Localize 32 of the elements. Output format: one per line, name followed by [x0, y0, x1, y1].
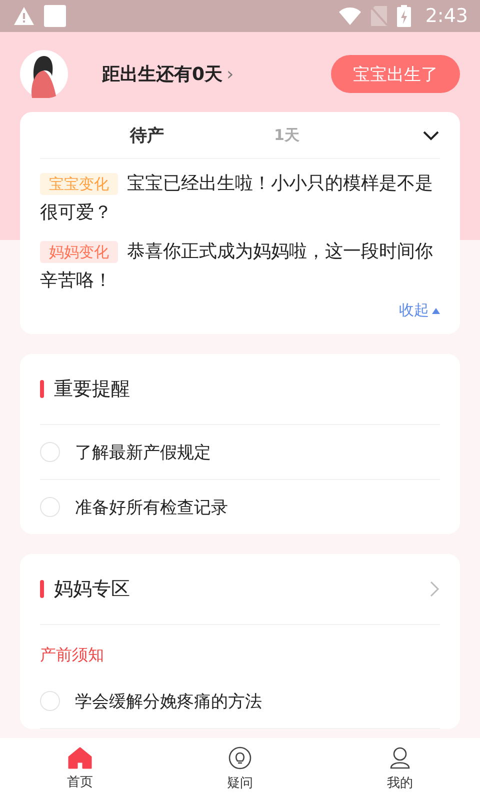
caret-up-icon — [432, 308, 440, 314]
section-title: 重要提醒 — [54, 377, 130, 402]
status-time: 2:43 — [425, 5, 468, 27]
wifi-icon — [339, 7, 362, 25]
change-text: 妈妈变化 恭喜你正式成为妈妈啦，这一段时间你辛苦咯！ — [40, 240, 434, 293]
battery-icon — [397, 5, 412, 27]
change-tag: 宝宝变化 — [40, 173, 118, 195]
lightbulb-icon — [228, 746, 252, 770]
stage-tab[interactable]: 待产 — [130, 124, 164, 146]
chevron-right-icon[interactable] — [430, 581, 440, 597]
warning-icon — [14, 7, 34, 25]
accent-bar — [40, 380, 44, 398]
user-icon — [389, 746, 411, 770]
accent-bar — [40, 580, 44, 598]
checkbox[interactable] — [40, 497, 60, 517]
checkbox[interactable] — [40, 691, 60, 711]
home-icon — [68, 747, 92, 769]
chevron-right: › — [226, 64, 234, 84]
reminder-text: 准备好所有检查记录 — [75, 496, 228, 518]
change-text: 宝宝变化 宝宝已经出生啦！小小只的模样是不是很可爱？ — [40, 172, 434, 225]
change-tag: 妈妈变化 — [40, 241, 118, 263]
no-sim-icon — [371, 6, 388, 26]
notification-icon — [44, 5, 66, 27]
nav-tab[interactable]: 首页 — [0, 738, 160, 800]
countdown-text: 距出生还有0天 — [102, 63, 223, 86]
task-text: 学会缓解分娩疼痛的方法 — [75, 690, 262, 712]
nav-tab[interactable]: 疑问 — [160, 738, 320, 800]
checkbox[interactable] — [40, 442, 60, 462]
reminder-text: 了解最新产假规定 — [75, 442, 211, 464]
section-title: 妈妈专区 — [54, 577, 130, 602]
nav-tab[interactable]: 我的 — [320, 738, 480, 800]
subsection-title: 产前须知 — [40, 644, 105, 666]
